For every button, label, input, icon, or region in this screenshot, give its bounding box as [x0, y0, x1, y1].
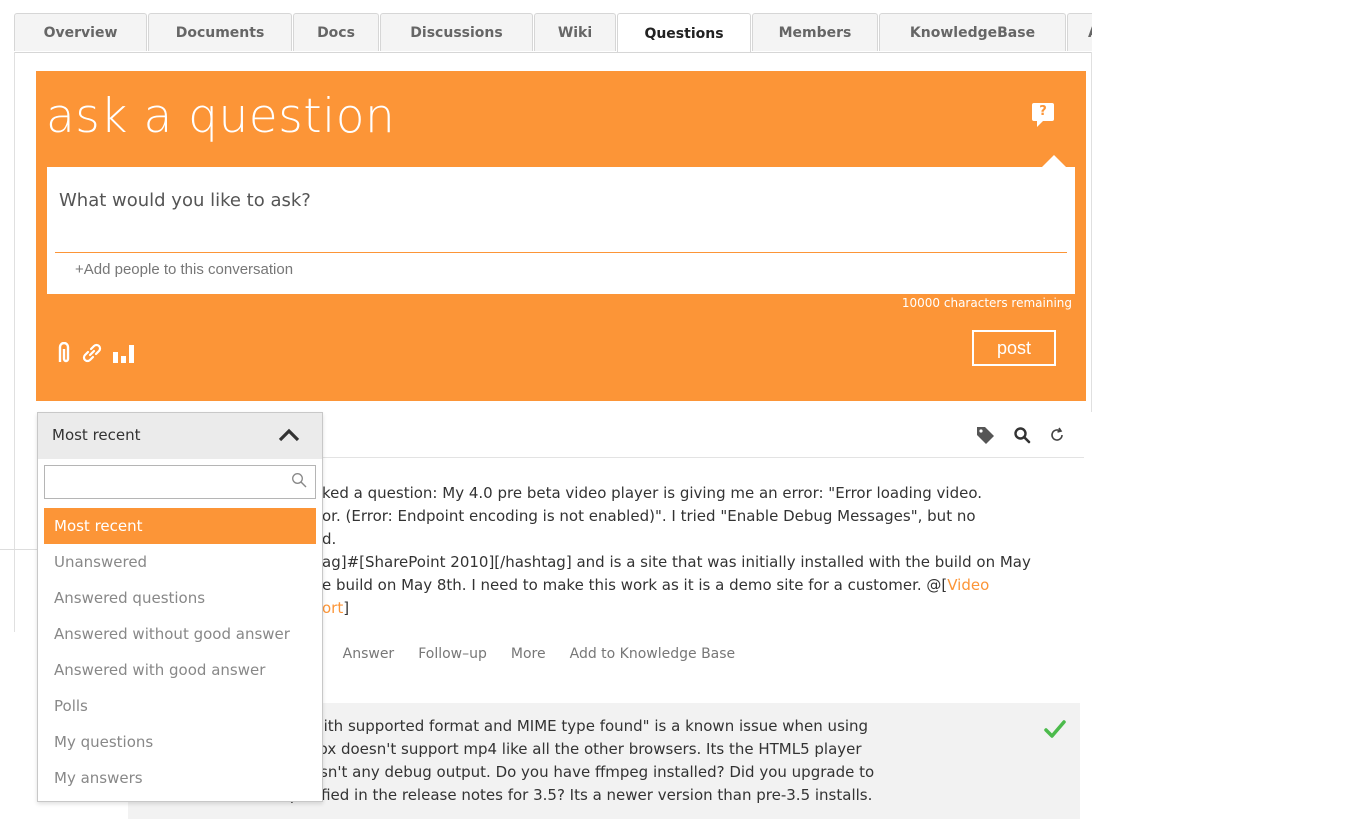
feed-line: ked a question: My 4.0 pre beta video pl…	[322, 484, 983, 502]
sort-dropdown: Most recent Most recent Unanswered Answe…	[37, 412, 323, 802]
check-icon[interactable]	[1044, 719, 1066, 743]
mention-link[interactable]: Video	[947, 576, 989, 594]
chars-remaining: 10000 characters remaining	[901, 296, 1072, 310]
input-underline	[55, 252, 1067, 253]
ask-tools	[56, 341, 136, 369]
sort-option-unanswered[interactable]: Unanswered	[44, 544, 316, 580]
ask-box: +Add people to this conversation	[47, 167, 1075, 294]
feed-text-span: e build on May 8th. I need to make this …	[322, 576, 948, 594]
question-input[interactable]	[57, 179, 1071, 221]
feed-divider	[322, 457, 1084, 458]
ask-box-pointer	[1042, 155, 1066, 167]
sort-options: Most recent Unanswered Answered question…	[44, 508, 316, 796]
refresh-icon[interactable]	[1049, 427, 1065, 447]
tab-overflow[interactable]: A	[1067, 13, 1092, 51]
sort-dropdown-toggle[interactable]: Most recent	[38, 413, 322, 459]
tab-questions[interactable]: Questions	[617, 13, 751, 53]
tabs-divider	[14, 52, 1092, 53]
answer-link[interactable]: Answer	[343, 646, 395, 662]
tab-members[interactable]: Members	[752, 13, 878, 51]
tab-overview[interactable]: Overview	[14, 13, 147, 51]
feed-item-question: ked a question: My 4.0 pre beta video pl…	[322, 482, 1082, 620]
feed-actions: e Answer Follow–up More Add to Knowledge…	[310, 646, 735, 662]
sort-option-with-good-answer[interactable]: Answered with good answer	[44, 652, 316, 688]
follow-up-link[interactable]: Follow–up	[418, 646, 487, 662]
add-to-kb-link[interactable]: Add to Knowledge Base	[570, 646, 736, 662]
search-icon[interactable]	[1013, 426, 1031, 448]
reply-line: his is why there isn't any debug output.…	[193, 763, 875, 781]
feed-line: ort]	[322, 597, 1082, 620]
post-button[interactable]: post	[972, 330, 1056, 366]
tab-knowledgebase[interactable]: KnowledgeBase	[879, 13, 1066, 51]
add-people-link[interactable]: +Add people to this conversation	[75, 261, 293, 278]
reply-line: the version specified in the release not…	[193, 786, 873, 804]
feed-line: ag]#[SharePoint 2010][/hashtag] and is a…	[322, 553, 1031, 571]
tab-docs[interactable]: Docs	[293, 13, 379, 51]
content-border-right	[1091, 52, 1092, 412]
poll-icon[interactable]	[112, 343, 136, 367]
feed-line: or. (Error: Endpoint encoding is not ena…	[322, 507, 976, 525]
attachment-icon[interactable]	[56, 341, 72, 368]
sort-option-answered[interactable]: Answered questions	[44, 580, 316, 616]
reply-text: orth: "No video with supported format an…	[193, 715, 1063, 807]
tag-icon[interactable]	[975, 425, 995, 449]
tab-documents[interactable]: Documents	[148, 13, 292, 51]
link-icon[interactable]	[80, 341, 104, 369]
chevron-up-icon	[278, 423, 300, 447]
feed-line: d.	[322, 530, 337, 548]
ask-title: ask a question	[46, 89, 396, 144]
sort-search-input[interactable]	[51, 470, 280, 496]
tab-bar: Overview Documents Docs Discussions Wiki…	[14, 13, 1092, 53]
sort-option-my-questions[interactable]: My questions	[44, 724, 316, 760]
tab-discussions[interactable]: Discussions	[380, 13, 533, 51]
divider	[0, 549, 37, 550]
content-border-left	[14, 52, 15, 632]
search-icon	[291, 472, 307, 492]
feed-toolbar	[975, 425, 1065, 449]
question-bubble-icon: ?	[1032, 103, 1054, 127]
sort-option-polls[interactable]: Polls	[44, 688, 316, 724]
sort-option-without-good-answer[interactable]: Answered without good answer	[44, 616, 316, 652]
sort-option-my-answers[interactable]: My answers	[44, 760, 316, 796]
feed-text-span: ]	[343, 599, 350, 617]
sort-option-most-recent[interactable]: Most recent	[44, 508, 316, 544]
tab-wiki[interactable]: Wiki	[534, 13, 616, 51]
reply-line: orth: "No video with supported format an…	[193, 715, 1063, 738]
reply-line: r on Firefox. Firefox doesn't support mp…	[193, 740, 862, 758]
sort-search-box	[44, 465, 316, 499]
ask-question-panel: ask a question ? +Add people to this con…	[36, 71, 1086, 401]
feed-line: e build on May 8th. I need to make this …	[322, 574, 1082, 597]
sort-selected-label: Most recent	[52, 426, 141, 444]
mention-link[interactable]: ort	[322, 599, 343, 617]
more-link[interactable]: More	[511, 646, 546, 662]
